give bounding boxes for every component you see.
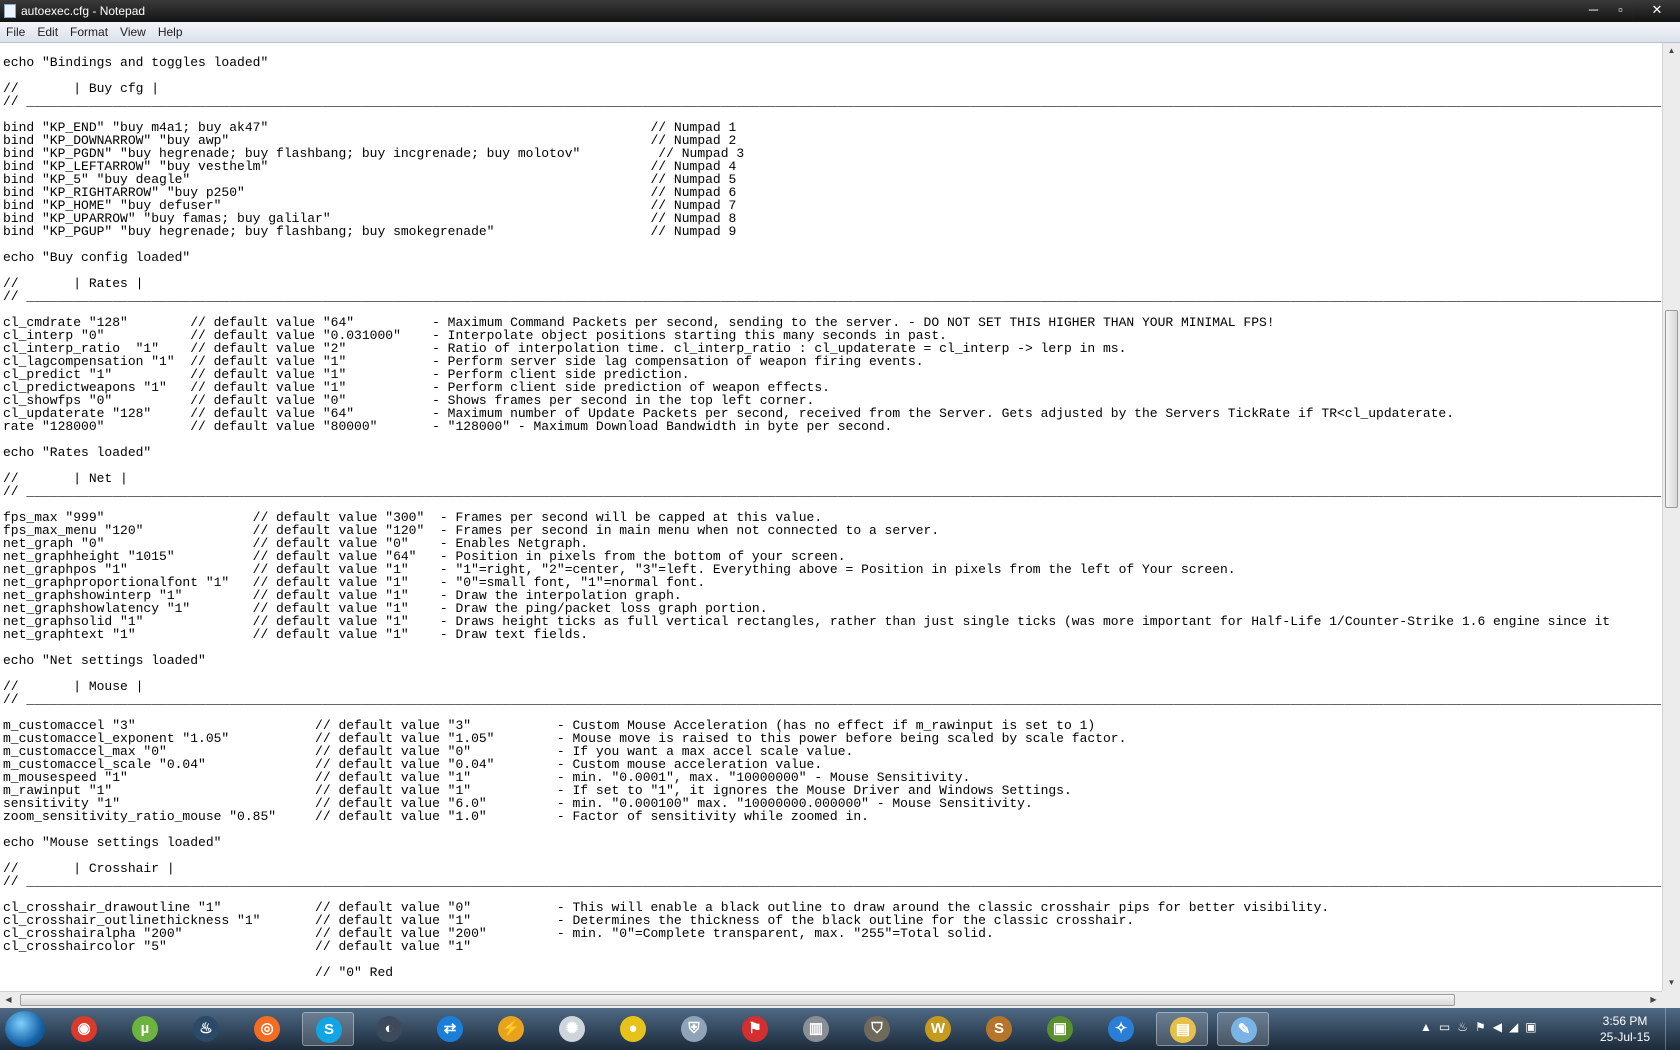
window-controls: ─ ▫ ✕ <box>1580 0 1680 20</box>
tray-icon[interactable]: ◢ <box>1509 1020 1518 1034</box>
window-titlebar[interactable]: autoexec.cfg - Notepad ─ ▫ ✕ <box>0 0 1680 22</box>
menu-view[interactable]: View <box>114 22 152 42</box>
battle-net-icon: ✧ <box>1108 1016 1134 1042</box>
text-line: echo "Net settings loaded" <box>3 653 206 668</box>
taskbar-warcraft-button[interactable]: W <box>912 1012 964 1046</box>
taskbar-disc-button[interactable]: ● <box>607 1012 659 1046</box>
explorer-icon: ▤ <box>1170 1017 1196 1043</box>
taskbar-explorer-button[interactable]: ▤ <box>1156 1012 1208 1046</box>
menu-edit[interactable]: Edit <box>31 22 64 42</box>
taskbar-chrome-button[interactable]: ◉ <box>58 1012 110 1046</box>
taskbar-game-s-button[interactable]: S <box>973 1012 1025 1046</box>
menu-file[interactable]: File <box>0 22 31 42</box>
horizontal-scroll-thumb[interactable] <box>20 994 1455 1006</box>
clock-time: 3:56 PM <box>1602 1014 1648 1028</box>
show-desktop-button[interactable] <box>1665 1008 1680 1050</box>
game-s-icon: S <box>986 1016 1012 1042</box>
text-line: // _____________________________________… <box>3 692 1661 707</box>
horizontal-scrollbar[interactable]: ◀ ▶ <box>0 991 1662 1008</box>
system-tray: ▲ ▭ ♨ ⚑ ◀ ◢ ▣ <box>1420 1020 1544 1034</box>
restore-button[interactable]: ▫ <box>1607 0 1634 20</box>
origin-icon: ◎ <box>254 1016 280 1042</box>
taskbar-shield-app-button[interactable]: ⛨ <box>668 1012 720 1046</box>
taskbar-thunderbolt-tool-button[interactable]: ⚡ <box>485 1012 537 1046</box>
taskbar-battle-net-button[interactable]: ✧ <box>1095 1012 1147 1046</box>
flash-app-icon: ⚑ <box>742 1016 768 1042</box>
taskbar-world-of-tanks-button[interactable]: ⛉ <box>851 1012 903 1046</box>
menu-bar: File Edit Format View Help <box>0 22 1680 43</box>
steam-icon: ♨ <box>193 1016 219 1042</box>
tray-icon[interactable]: ⚑ <box>1475 1020 1486 1034</box>
scroll-corner <box>1662 991 1680 1008</box>
text-line: // "0" Red <box>3 965 394 980</box>
server-app-icon: ▥ <box>803 1016 829 1042</box>
shield-app-icon: ⛨ <box>681 1016 707 1042</box>
taskbar: ◉ µ ♨ ◎ S ◐ ⇄ ⚡ ✺ ● ⛨ ⚑ ▥ ⛉ W S ▣ ✧ ▤ ✎ ▲ ▭ ♨ ⚑ ◀ ◢ ▣ 3:56 PM 25-… <box>0 1008 1680 1050</box>
text-line: echo "Bindings and toggles loaded" <box>3 55 269 70</box>
clock[interactable]: 3:56 PM 25-Jul-15 <box>1595 1013 1655 1045</box>
world-of-tanks-icon: ⛉ <box>864 1016 890 1042</box>
text-line: echo "Rates loaded" <box>3 445 152 460</box>
vertical-scrollbar[interactable]: ▲ ▼ <box>1662 43 1680 991</box>
taskbar-notepad-button[interactable]: ✎ <box>1217 1012 1269 1046</box>
editor-text[interactable]: echo "Bindings and toggles loaded" // | … <box>3 56 1661 979</box>
vertical-scroll-thumb[interactable] <box>1665 310 1678 509</box>
warcraft-icon: W <box>925 1016 951 1042</box>
tray-icon[interactable]: ▭ <box>1439 1020 1450 1034</box>
text-line: echo "Mouse settings loaded" <box>3 835 222 850</box>
tray-icon[interactable]: ◀ <box>1493 1020 1502 1034</box>
taskbar-alienware-button[interactable]: ◐ <box>363 1012 415 1046</box>
scroll-up-arrow-icon[interactable]: ▲ <box>1663 43 1680 59</box>
text-line: // _____________________________________… <box>3 874 1661 889</box>
scroll-left-arrow-icon[interactable]: ◀ <box>0 992 17 1008</box>
text-line: // _____________________________________… <box>3 484 1661 499</box>
text-line: echo "Buy config loaded" <box>3 250 191 265</box>
window-title: autoexec.cfg - Notepad <box>21 4 146 18</box>
teamviewer-icon: ⇄ <box>437 1016 463 1042</box>
taskbar-steelseries-button[interactable]: ✺ <box>546 1012 598 1046</box>
minecraft-icon: ▣ <box>1047 1016 1073 1042</box>
text-line: cl_crosshaircolor "5" // default value "… <box>3 939 472 954</box>
taskbar-minecraft-button[interactable]: ▣ <box>1034 1012 1086 1046</box>
steelseries-icon: ✺ <box>559 1016 585 1042</box>
taskbar-server-app-button[interactable]: ▥ <box>790 1012 842 1046</box>
close-button[interactable]: ✕ <box>1634 0 1680 20</box>
tray-icon[interactable]: ▲ <box>1420 1020 1432 1034</box>
utorrent-icon: µ <box>132 1016 158 1042</box>
taskbar-origin-button[interactable]: ◎ <box>241 1012 293 1046</box>
menu-format[interactable]: Format <box>64 22 114 42</box>
notepad-icon <box>4 4 16 18</box>
text-line: bind "KP_PGUP" "buy hegrenade; buy flash… <box>3 224 737 239</box>
text-line: // _____________________________________… <box>3 94 1661 109</box>
text-line: zoom_sensitivity_ratio_mouse "0.85" // d… <box>3 809 869 824</box>
text-line: net_graphtext "1" // default value "1" -… <box>3 627 589 642</box>
thunderbolt-tool-icon: ⚡ <box>498 1016 524 1042</box>
chrome-icon: ◉ <box>71 1016 97 1042</box>
text-line: rate "128000" // default value "80000" -… <box>3 419 893 434</box>
taskbar-flash-app-button[interactable]: ⚑ <box>729 1012 781 1046</box>
text-line: // _____________________________________… <box>3 289 1661 304</box>
tray-icon[interactable]: ♨ <box>1457 1020 1468 1034</box>
text-editor[interactable]: echo "Bindings and toggles loaded" // | … <box>0 43 1661 991</box>
notepad-icon: ✎ <box>1231 1017 1257 1043</box>
minimize-button[interactable]: ─ <box>1580 0 1607 20</box>
clock-date: 25-Jul-15 <box>1599 1030 1651 1044</box>
menu-help[interactable]: Help <box>152 22 189 42</box>
start-button[interactable] <box>5 1011 45 1047</box>
alienware-icon: ◐ <box>376 1016 402 1042</box>
scroll-down-arrow-icon[interactable]: ▼ <box>1663 975 1680 991</box>
disc-icon: ● <box>620 1016 646 1042</box>
skype-icon: S <box>316 1017 342 1043</box>
scroll-right-arrow-icon[interactable]: ▶ <box>1645 992 1662 1008</box>
tray-icon[interactable]: ▣ <box>1525 1020 1536 1034</box>
taskbar-skype-button[interactable]: S <box>302 1012 354 1046</box>
taskbar-teamviewer-button[interactable]: ⇄ <box>424 1012 476 1046</box>
taskbar-utorrent-button[interactable]: µ <box>119 1012 171 1046</box>
taskbar-steam-button[interactable]: ♨ <box>180 1012 232 1046</box>
